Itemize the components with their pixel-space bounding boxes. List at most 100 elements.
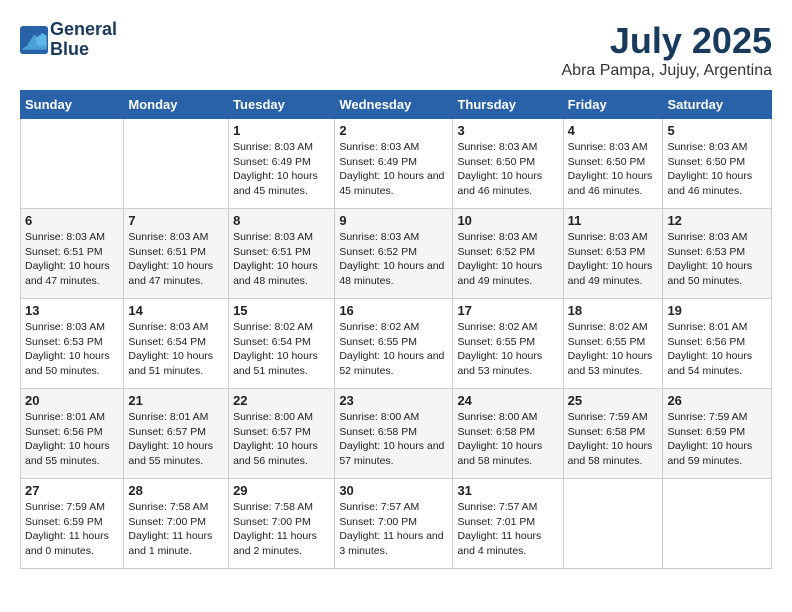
calendar-week-row: 20 Sunrise: 8:01 AMSunset: 6:56 PMDayligh… (21, 389, 772, 479)
calendar-cell: 31 Sunrise: 7:57 AMSunset: 7:01 PMDayligh… (453, 479, 563, 569)
day-number: 28 (128, 483, 224, 498)
day-number: 23 (339, 393, 448, 408)
day-number: 4 (568, 123, 659, 138)
day-number: 24 (457, 393, 558, 408)
day-info: Sunrise: 8:03 AMSunset: 6:51 PMDaylight:… (128, 230, 224, 289)
day-number: 20 (25, 393, 119, 408)
calendar-cell: 11Sunrise: 8:03 AMSunset: 6:53 PMDayligh… (563, 209, 663, 299)
logo-text: General Blue (50, 20, 117, 60)
day-info: Sunrise: 7:57 AMSunset: 7:00 PMDaylight:… (339, 500, 448, 559)
calendar-cell: 10 Sunrise: 8:03 AMSunset: 6:52 PMDayligh… (453, 209, 563, 299)
calendar-cell: 2Sunrise: 8:03 AMSunset: 6:49 PMDaylight… (335, 119, 453, 209)
calendar-cell: 24Sunrise: 8:00 AMSunset: 6:58 PMDayligh… (453, 389, 563, 479)
day-number: 29 (233, 483, 330, 498)
calendar-cell: 15Sunrise: 8:02 AMSunset: 6:54 PMDayligh… (229, 299, 335, 389)
calendar-cell: 29 Sunrise: 7:58 AMSunset: 7:00 PMDayligh… (229, 479, 335, 569)
day-number: 25 (568, 393, 659, 408)
day-number: 6 (25, 213, 119, 228)
calendar-cell: 12 Sunrise: 8:03 AMSunset: 6:53 PMDayligh… (663, 209, 772, 299)
calendar-cell: 17Sunrise: 8:02 AMSunset: 6:55 PMDayligh… (453, 299, 563, 389)
calendar-cell: 25 Sunrise: 7:59 AMSunset: 6:58 PMDayligh… (563, 389, 663, 479)
day-number: 14 (128, 303, 224, 318)
calendar-week-row: 13Sunrise: 8:03 AMSunset: 6:53 PMDayligh… (21, 299, 772, 389)
day-number: 21 (128, 393, 224, 408)
day-info: Sunrise: 8:00 AMSunset: 6:58 PMDaylight:… (339, 410, 448, 469)
calendar-cell: 8 Sunrise: 8:03 AMSunset: 6:51 PMDaylight… (229, 209, 335, 299)
calendar-cell: 6Sunrise: 8:03 AMSunset: 6:51 PMDaylight… (21, 209, 124, 299)
day-number: 18 (568, 303, 659, 318)
day-info: Sunrise: 7:59 AMSunset: 6:59 PMDaylight:… (25, 500, 119, 559)
day-number: 30 (339, 483, 448, 498)
calendar-cell: 9 Sunrise: 8:03 AMSunset: 6:52 PMDaylight… (335, 209, 453, 299)
day-info: Sunrise: 8:03 AMSunset: 6:54 PMDaylight:… (128, 320, 224, 379)
calendar-cell: 21 Sunrise: 8:01 AMSunset: 6:57 PMDayligh… (124, 389, 229, 479)
day-number: 5 (667, 123, 767, 138)
day-info: Sunrise: 8:01 AMSunset: 6:56 PMDaylight:… (667, 320, 767, 379)
day-number: 3 (457, 123, 558, 138)
calendar-cell: 19Sunrise: 8:01 AMSunset: 6:56 PMDayligh… (663, 299, 772, 389)
calendar-cell: 4 Sunrise: 8:03 AMSunset: 6:50 PMDaylight… (563, 119, 663, 209)
day-number: 16 (339, 303, 448, 318)
day-info: Sunrise: 8:03 AMSunset: 6:51 PMDaylight:… (233, 230, 330, 289)
weekday-header: Monday (124, 91, 229, 119)
calendar-cell: 28 Sunrise: 7:58 AMSunset: 7:00 PMDayligh… (124, 479, 229, 569)
day-info: Sunrise: 7:58 AMSunset: 7:00 PMDaylight:… (233, 500, 330, 559)
day-info: Sunrise: 8:03 AMSunset: 6:50 PMDaylight:… (667, 140, 767, 199)
day-info: Sunrise: 8:03 AMSunset: 6:53 PMDaylight:… (667, 230, 767, 289)
main-title: July 2025 (562, 20, 773, 62)
day-number: 26 (667, 393, 767, 408)
calendar-cell (663, 479, 772, 569)
day-info: Sunrise: 7:59 AMSunset: 6:58 PMDaylight:… (568, 410, 659, 469)
weekday-header: Wednesday (335, 91, 453, 119)
calendar-cell: 18 Sunrise: 8:02 AMSunset: 6:55 PMDayligh… (563, 299, 663, 389)
title-section: July 2025 Abra Pampa, Jujuy, Argentina (562, 20, 773, 80)
day-info: Sunrise: 7:58 AMSunset: 7:00 PMDaylight:… (128, 500, 224, 559)
calendar-table: SundayMondayTuesdayWednesdayThursdayFrid… (20, 90, 772, 569)
calendar-cell: 27 Sunrise: 7:59 AMSunset: 6:59 PMDayligh… (21, 479, 124, 569)
weekday-header: Sunday (21, 91, 124, 119)
day-number: 22 (233, 393, 330, 408)
weekday-header-row: SundayMondayTuesdayWednesdayThursdayFrid… (21, 91, 772, 119)
day-number: 13 (25, 303, 119, 318)
day-info: Sunrise: 7:57 AMSunset: 7:01 PMDaylight:… (457, 500, 558, 559)
calendar-cell: 7 Sunrise: 8:03 AMSunset: 6:51 PMDaylight… (124, 209, 229, 299)
day-number: 12 (667, 213, 767, 228)
day-number: 17 (457, 303, 558, 318)
day-info: Sunrise: 8:00 AMSunset: 6:57 PMDaylight:… (233, 410, 330, 469)
day-number: 8 (233, 213, 330, 228)
day-info: Sunrise: 8:02 AMSunset: 6:55 PMDaylight:… (568, 320, 659, 379)
day-info: Sunrise: 8:01 AMSunset: 6:57 PMDaylight:… (128, 410, 224, 469)
day-info: Sunrise: 8:03 AMSunset: 6:50 PMDaylight:… (457, 140, 558, 199)
weekday-header: Tuesday (229, 91, 335, 119)
calendar-cell: 1Sunrise: 8:03 AMSunset: 6:49 PMDaylight… (229, 119, 335, 209)
calendar-cell: 14 Sunrise: 8:03 AMSunset: 6:54 PMDayligh… (124, 299, 229, 389)
calendar-cell: 30 Sunrise: 7:57 AMSunset: 7:00 PMDayligh… (335, 479, 453, 569)
day-number: 9 (339, 213, 448, 228)
calendar-cell (563, 479, 663, 569)
day-info: Sunrise: 8:03 AMSunset: 6:52 PMDaylight:… (339, 230, 448, 289)
calendar-cell: 5 Sunrise: 8:03 AMSunset: 6:50 PMDaylight… (663, 119, 772, 209)
weekday-header: Friday (563, 91, 663, 119)
day-info: Sunrise: 8:03 AMSunset: 6:52 PMDaylight:… (457, 230, 558, 289)
day-number: 31 (457, 483, 558, 498)
day-info: Sunrise: 8:03 AMSunset: 6:50 PMDaylight:… (568, 140, 659, 199)
calendar-cell: 13Sunrise: 8:03 AMSunset: 6:53 PMDayligh… (21, 299, 124, 389)
day-info: Sunrise: 8:02 AMSunset: 6:55 PMDaylight:… (339, 320, 448, 379)
calendar-week-row: 27 Sunrise: 7:59 AMSunset: 6:59 PMDayligh… (21, 479, 772, 569)
calendar-cell: 3 Sunrise: 8:03 AMSunset: 6:50 PMDaylight… (453, 119, 563, 209)
page-header: General Blue July 2025 Abra Pampa, Jujuy… (20, 20, 772, 80)
calendar-week-row: 1Sunrise: 8:03 AMSunset: 6:49 PMDaylight… (21, 119, 772, 209)
calendar-cell: 26Sunrise: 7:59 AMSunset: 6:59 PMDayligh… (663, 389, 772, 479)
calendar-cell: 23 Sunrise: 8:00 AMSunset: 6:58 PMDayligh… (335, 389, 453, 479)
calendar-cell (21, 119, 124, 209)
day-number: 11 (568, 213, 659, 228)
day-number: 27 (25, 483, 119, 498)
day-number: 10 (457, 213, 558, 228)
logo: General Blue (20, 20, 117, 60)
calendar-cell (124, 119, 229, 209)
calendar-cell: 16 Sunrise: 8:02 AMSunset: 6:55 PMDayligh… (335, 299, 453, 389)
day-info: Sunrise: 8:03 AMSunset: 6:49 PMDaylight:… (233, 140, 330, 199)
day-number: 7 (128, 213, 224, 228)
day-info: Sunrise: 8:01 AMSunset: 6:56 PMDaylight:… (25, 410, 119, 469)
calendar-cell: 20 Sunrise: 8:01 AMSunset: 6:56 PMDayligh… (21, 389, 124, 479)
